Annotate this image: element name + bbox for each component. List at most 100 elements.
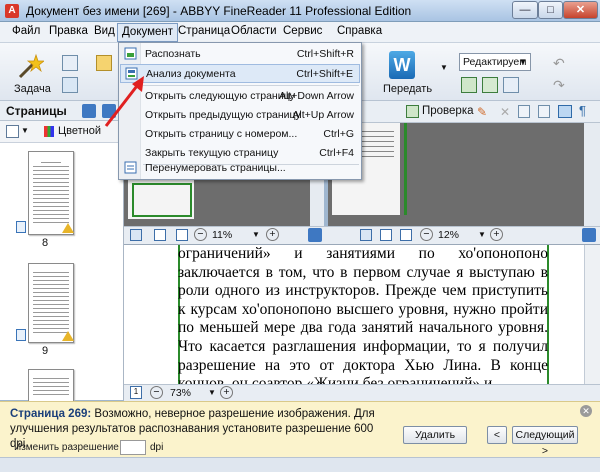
menu-item-label: Закрыть текущую страницу [145,147,279,159]
menu-item-recognize[interactable]: Распознать Ctrl+Shift+R [120,45,360,64]
menu-item-shortcut: Alt+Down Arrow [279,90,354,102]
chevron-down-icon[interactable]: ▼ [21,126,29,135]
chevron-down-icon[interactable]: ▼ [478,230,486,239]
send-label[interactable]: Передать [383,83,432,95]
undo-icon[interactable]: ↶ [553,55,565,72]
previous-button[interactable]: < [487,426,507,444]
redo-icon[interactable]: ↷ [553,77,565,94]
status-bar [0,457,600,472]
view-layout-icon[interactable] [461,77,477,93]
scrollbar[interactable] [584,123,600,227]
maximize-button[interactable]: □ [538,1,563,19]
fit-width-icon[interactable] [380,229,392,241]
paste-icon[interactable] [538,105,550,118]
copy-icon[interactable] [518,105,530,118]
pilcrow-icon[interactable]: ¶ [579,103,586,118]
menu-areas[interactable]: Области [227,25,281,37]
menu-bar: Файл Правка Вид Документ Страница Област… [0,22,600,43]
chevron-down-icon[interactable]: ▼ [208,388,216,397]
mode-combo[interactable]: Редактируем ▼ [459,53,531,71]
menu-view[interactable]: Вид [90,25,119,37]
zoom-pane[interactable] [328,123,600,243]
check-label[interactable]: Проверка [422,105,474,117]
zoom-bar: − 12% ▼ + [328,226,600,244]
zoom-out-icon[interactable]: − [420,228,433,241]
zoom-out-icon[interactable]: − [150,386,163,399]
window-title: Документ без имени [269] - ABBYY FineRea… [26,4,412,18]
task-wand-icon[interactable] [16,53,44,79]
next-button[interactable]: Следующий > [512,426,578,457]
menu-item-shortcut: Ctrl+Shift+E [296,68,353,80]
table-icon[interactable] [558,105,572,118]
menu-page[interactable]: Страница [174,25,234,37]
menu-tools[interactable]: Сервис [279,25,326,37]
menu-item-label: Распознать [145,48,201,60]
zoom-out-icon[interactable]: − [194,228,207,241]
pages-list[interactable]: 8 9 [0,143,124,409]
close-button[interactable]: ✕ [563,1,598,19]
zoom-in-icon[interactable]: + [490,228,503,241]
chevron-down-icon[interactable]: ▼ [252,230,260,239]
text-page-icon [16,329,26,341]
view-split-icon[interactable] [482,77,498,93]
mode-combo-value: Редактируем [463,56,527,68]
fit-width-icon[interactable] [154,229,166,241]
annotation-arrow-icon [104,76,144,127]
menu-document[interactable]: Документ [117,23,179,42]
zoom-pane-value[interactable]: 12% [438,229,459,241]
image-zoom-bar: − 11% ▼ + [124,226,328,244]
close-icon[interactable]: ✕ [580,405,592,417]
fit-page-icon[interactable] [130,229,142,241]
menu-item-shortcut: Ctrl+Shift+R [296,48,354,60]
scrollbar[interactable] [584,245,600,384]
folder-icon[interactable] [96,55,112,71]
menu-item-shortcut: Ctrl+G [323,128,354,140]
open-icon[interactable] [62,55,78,71]
text-area-frame[interactable] [132,183,192,217]
text-pane[interactable]: ограничений» и занятиями по хо'опонопоно… [124,244,600,384]
renumber-icon [124,161,137,174]
view-mode-icon[interactable] [6,125,19,138]
minimize-button[interactable]: — [512,1,538,19]
text-page-icon [16,221,26,233]
text-zoom-value[interactable]: 73% [170,387,191,399]
warning-icon [62,223,74,233]
warning-icon [62,331,74,341]
menu-item-renumber-pages[interactable]: Перенумеровать страницы... [120,159,360,178]
scroll-down-icon[interactable] [582,228,596,242]
color-mode-label[interactable]: Цветной [58,125,101,137]
title-bar: A Документ без имени [269] - ABBYY FineR… [0,0,600,22]
actual-size-icon[interactable] [400,229,412,241]
send-dropdown-icon[interactable]: ▼ [440,63,448,72]
menu-item-label: Перенумеровать страницы... [145,162,286,174]
zoom-in-icon[interactable]: + [266,228,279,241]
menu-item-shortcut: Alt+Up Arrow [292,109,354,121]
check-icon[interactable] [406,105,419,118]
image-zoom-value[interactable]: 11% [212,229,232,241]
resolution-input[interactable] [120,440,146,455]
scroll-down-icon[interactable] [308,228,322,242]
actual-size-icon[interactable] [176,229,188,241]
menu-file[interactable]: Файл [8,25,44,37]
delete-icon[interactable]: ✕ [500,105,510,119]
mark-icon[interactable]: ✎ [477,105,487,119]
menu-edit[interactable]: Правка [45,25,92,37]
scan-icon[interactable] [62,77,78,93]
fit-page-icon[interactable] [360,229,372,241]
zoom-in-icon[interactable]: + [220,386,233,399]
warning-notice: Страница 269: Возможно, неверное разреше… [0,401,600,457]
word-icon[interactable]: W [389,51,415,79]
delete-button[interactable]: Удалить [403,426,467,444]
page-layout-icon[interactable]: 1 [130,386,142,399]
page-up-icon[interactable] [82,104,96,118]
text-zoom-bar: 1 − 73% ▼ + [124,384,600,401]
color-mode-icon [44,126,54,137]
page-number: 8 [42,237,49,249]
recognize-icon [124,47,137,60]
recognized-text[interactable]: ограничений» и занятиями по хо'опонопоно… [178,245,548,384]
page-number: 9 [42,345,49,357]
settings-icon[interactable] [503,77,519,93]
task-label[interactable]: Задача [14,83,51,95]
text-area-frame [404,123,407,215]
menu-help[interactable]: Справка [333,25,386,37]
